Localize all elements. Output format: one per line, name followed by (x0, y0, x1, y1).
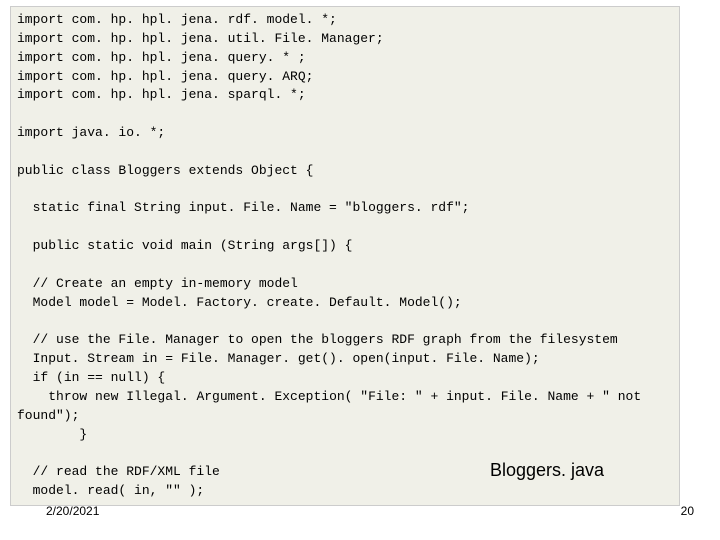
slide-date: 2/20/2021 (46, 504, 99, 518)
slide-number: 20 (681, 504, 694, 518)
caption-label: Bloggers. java (490, 460, 604, 481)
code-block: import com. hp. hpl. jena. rdf. model. *… (10, 6, 680, 506)
slide: import com. hp. hpl. jena. rdf. model. *… (0, 0, 720, 540)
